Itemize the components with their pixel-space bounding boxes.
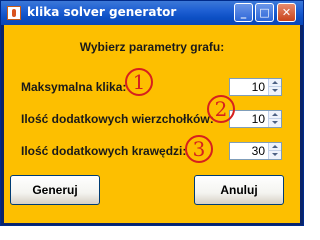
extra-edges-label: Ilość dodatkowych krawędzi: — [21, 144, 187, 158]
extra-vertices-increment[interactable] — [268, 111, 281, 119]
max-clique-spinner[interactable] — [229, 78, 282, 96]
annotation-1: 1 — [125, 68, 153, 96]
window-title: klika solver generator — [27, 5, 177, 19]
annotation-3: 3 — [185, 135, 213, 163]
generate-button[interactable]: Generuj — [10, 175, 100, 205]
close-button[interactable]: ✕ — [277, 3, 296, 22]
dialog-heading: Wybierz parametry grafu: — [79, 40, 225, 54]
extra-edges-increment[interactable] — [268, 143, 281, 151]
title-bar[interactable]: klika solver generator _ □ ✕ — [1, 1, 303, 25]
extra-edges-input[interactable] — [230, 143, 268, 159]
cancel-button[interactable]: Anuluj — [194, 175, 284, 205]
extra-edges-decrement[interactable] — [268, 151, 281, 159]
dialog-body: Wybierz parametry grafu: Maksymalna klik… — [4, 25, 300, 223]
java-app-icon — [7, 6, 21, 20]
minimize-button[interactable]: _ — [234, 3, 253, 22]
extra-vertices-spinner[interactable] — [229, 110, 282, 128]
extra-vertices-decrement[interactable] — [268, 119, 281, 127]
annotation-2: 2 — [207, 95, 235, 123]
max-clique-label: Maksymalna klika: — [21, 80, 127, 94]
max-clique-input[interactable] — [230, 79, 268, 95]
extra-vertices-input[interactable] — [230, 111, 268, 127]
extra-vertices-label: Ilość dodatkowych wierzchołków: — [21, 112, 214, 126]
app-window: klika solver generator _ □ ✕ Wybierz par… — [0, 0, 304, 226]
max-clique-decrement[interactable] — [268, 87, 281, 95]
extra-edges-spinner[interactable] — [229, 142, 282, 160]
maximize-button[interactable]: □ — [255, 3, 274, 22]
max-clique-increment[interactable] — [268, 79, 281, 87]
